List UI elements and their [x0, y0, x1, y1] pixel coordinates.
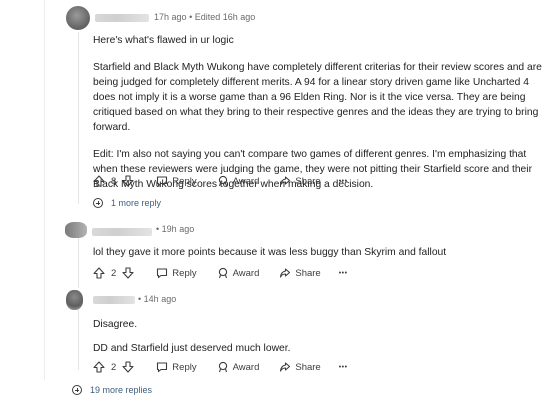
reply-button[interactable]: Reply	[156, 267, 197, 279]
comment-paragraph: Here's what's flawed in ur logic	[93, 35, 234, 46]
avatar[interactable]	[66, 6, 90, 30]
username-redacted[interactable]	[92, 228, 152, 236]
separator: •	[156, 224, 160, 234]
award-button[interactable]: Award	[217, 267, 260, 279]
comment-paragraph: DD and Starfield just deserved much lowe…	[93, 343, 291, 354]
expand-icon	[93, 198, 103, 208]
timestamp: 17h ago	[154, 12, 187, 22]
share-label: Share	[295, 267, 321, 279]
award-icon	[217, 267, 229, 279]
reply-icon	[156, 267, 168, 279]
reply-button[interactable]: Reply	[156, 175, 197, 187]
upvote-icon[interactable]	[93, 361, 105, 373]
award-label: Award	[232, 267, 260, 279]
comment-meta: • 19h ago	[156, 224, 194, 234]
share-label: Share	[295, 175, 321, 187]
award-button[interactable]: Award	[217, 175, 260, 187]
share-label: Share	[295, 361, 321, 373]
more-replies-label: 19 more replies	[90, 385, 153, 395]
avatar[interactable]	[65, 222, 87, 238]
award-label: Award	[232, 361, 260, 373]
upvote-icon[interactable]	[93, 267, 105, 279]
comment-actions: 8 Reply Award Share •••	[93, 175, 348, 187]
reply-button[interactable]: Reply	[156, 361, 197, 373]
upvote-icon[interactable]	[93, 175, 105, 187]
more-icon[interactable]: •••	[339, 270, 348, 277]
share-button[interactable]: Share	[279, 361, 321, 373]
reply-label: Reply	[172, 175, 197, 187]
downvote-icon[interactable]	[122, 267, 134, 279]
downvote-icon[interactable]	[122, 175, 134, 187]
reply-label: Reply	[172, 267, 197, 279]
comment-body: lol they gave it more points because it …	[93, 245, 545, 260]
expand-icon	[72, 385, 82, 395]
award-button[interactable]: Award	[217, 361, 260, 373]
comment: • 14h ago Disagree. DD and Starfield jus…	[0, 288, 550, 383]
comment-paragraph: Starfield and Black Myth Wukong have com…	[93, 62, 542, 133]
reply-icon	[156, 175, 168, 187]
vote-count: 8	[111, 175, 117, 187]
comment-actions: 2 Reply Award Share •••	[93, 361, 348, 373]
share-icon	[279, 361, 291, 373]
comment-meta: • 14h ago	[138, 294, 176, 304]
reply-icon	[156, 361, 168, 373]
award-label: Award	[232, 175, 260, 187]
comment-body: Disagree. DD and Starfield just deserved…	[93, 317, 545, 356]
edited-label: Edited 16h ago	[194, 12, 256, 22]
separator: •	[138, 294, 142, 304]
award-icon	[217, 361, 229, 373]
vote-count: 2	[111, 267, 117, 279]
separator: •	[189, 12, 193, 22]
comment-meta: 17h ago • Edited 16h ago	[154, 12, 255, 22]
share-button[interactable]: Share	[279, 175, 321, 187]
more-icon[interactable]: •••	[339, 178, 348, 185]
award-icon	[217, 175, 229, 187]
comment-paragraph: lol they gave it more points because it …	[93, 247, 447, 258]
share-button[interactable]: Share	[279, 267, 321, 279]
more-replies-link[interactable]: 1 more reply	[93, 198, 161, 208]
more-replies-link[interactable]: 19 more replies	[72, 385, 152, 395]
more-replies-label: 1 more reply	[111, 198, 162, 208]
downvote-icon[interactable]	[122, 361, 134, 373]
comment-actions: 2 Reply Award Share •••	[93, 267, 348, 279]
avatar[interactable]	[66, 290, 83, 310]
comment: 17h ago • Edited 16h ago Here's what's f…	[0, 0, 550, 215]
vote-count: 2	[111, 361, 117, 373]
share-icon	[279, 267, 291, 279]
comment: • 19h ago lol they gave it more points b…	[0, 216, 550, 288]
comment-body: Here's what's flawed in ur logic Starfie…	[93, 33, 545, 192]
more-icon[interactable]: •••	[339, 364, 348, 371]
username-redacted[interactable]	[95, 14, 149, 22]
username-redacted[interactable]	[93, 296, 135, 304]
comment-paragraph: Disagree.	[93, 319, 138, 330]
timestamp: 19h ago	[161, 224, 195, 234]
reply-label: Reply	[172, 361, 197, 373]
share-icon	[279, 175, 291, 187]
timestamp: 14h ago	[143, 294, 177, 304]
